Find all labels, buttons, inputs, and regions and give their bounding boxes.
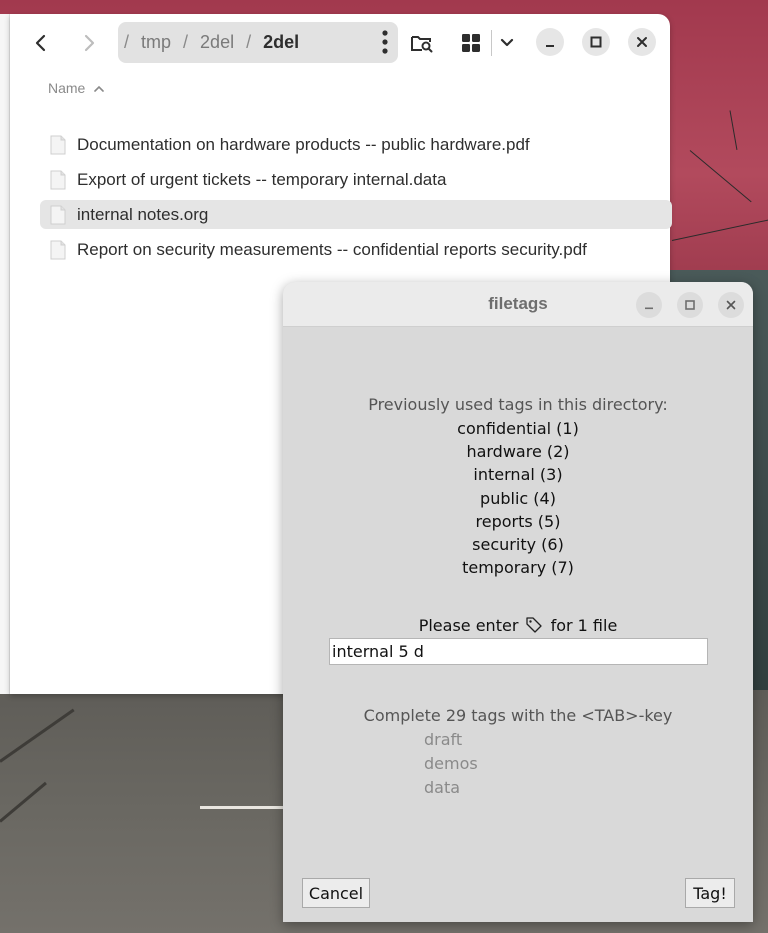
document-icon: [50, 240, 66, 259]
more-options-button[interactable]: [382, 30, 388, 59]
tag-prompt-before: Please enter: [418, 616, 519, 635]
tag-icon: [526, 617, 543, 633]
column-header-label: Name: [48, 80, 86, 96]
tag-item: public (4): [480, 488, 556, 508]
suggestion-item: data: [424, 778, 461, 797]
tag-item: reports (5): [475, 511, 561, 531]
breadcrumb-separator: /: [124, 32, 130, 52]
file-name: internal notes.org: [77, 204, 209, 224]
tag-prompt-after: for 1 file: [550, 616, 618, 635]
vertical-dots-icon: [382, 30, 388, 54]
breadcrumb-separator: /: [183, 32, 189, 52]
tag-item: internal (3): [473, 465, 563, 485]
filetags-dialog: filetags Previously used tags in this di…: [283, 282, 753, 922]
tag-prompt: Please enter for 1 file: [283, 616, 753, 635]
view-grid-button[interactable]: [456, 30, 486, 56]
tag-button[interactable]: Tag!: [685, 878, 735, 908]
close-icon: [637, 37, 647, 47]
breadcrumb-segment-current[interactable]: 2del: [263, 32, 299, 53]
file-row-selected[interactable]: internal notes.org: [40, 200, 672, 229]
tag-item: temporary (7): [462, 558, 574, 578]
document-icon: [50, 205, 66, 224]
view-options-dropdown[interactable]: [494, 30, 520, 56]
breadcrumb-separator: /: [246, 32, 252, 52]
grid-view-icon: [462, 34, 480, 52]
tag-item: security (6): [472, 534, 564, 554]
breadcrumb: / tmp / 2del / 2del: [118, 22, 398, 63]
tag-item: confidential (1): [457, 419, 579, 438]
document-icon: [50, 170, 66, 189]
sort-ascending-icon: [94, 85, 105, 92]
minimize-button[interactable]: [536, 28, 564, 56]
dialog-titlebar[interactable]: filetags: [283, 282, 753, 327]
suggestion-item: demos: [424, 754, 478, 773]
file-row[interactable]: Report on security measurements -- confi…: [40, 235, 672, 264]
cancel-button[interactable]: Cancel: [302, 878, 370, 908]
folder-search-icon: [411, 36, 433, 53]
dialog-maximize-button[interactable]: [677, 292, 703, 318]
sidebar-edge: [0, 14, 10, 694]
previous-tags-list: confidential (1) hardware (2) internal (…: [283, 419, 753, 581]
complete-hint: Complete 29 tags with the <TAB>-key: [363, 706, 673, 725]
background-marking: [200, 806, 290, 809]
tag-item: hardware (2): [466, 442, 570, 462]
search-folder-button[interactable]: [408, 30, 436, 56]
forward-button[interactable]: [74, 28, 104, 58]
close-button[interactable]: [628, 28, 656, 56]
dialog-close-button[interactable]: [718, 292, 744, 318]
chevron-right-icon: [84, 34, 95, 52]
minimize-icon: [645, 307, 653, 310]
column-header-name[interactable]: Name: [48, 80, 105, 96]
file-name: Documentation on hardware products -- pu…: [77, 134, 530, 154]
file-name: Report on security measurements -- confi…: [77, 239, 587, 259]
maximize-icon: [685, 300, 695, 310]
file-name: Export of urgent tickets -- temporary in…: [77, 169, 447, 189]
dialog-minimize-button[interactable]: [636, 292, 662, 318]
previous-tags-label: Previously used tags in this directory:: [368, 395, 668, 414]
tag-input[interactable]: internal 5 d: [329, 638, 708, 665]
breadcrumb-segment-tmp[interactable]: tmp: [141, 32, 171, 53]
breadcrumb-segment-2del[interactable]: 2del: [200, 32, 234, 53]
close-icon: [726, 300, 736, 310]
maximize-icon: [590, 36, 602, 48]
maximize-button[interactable]: [582, 28, 610, 56]
file-row[interactable]: Documentation on hardware products -- pu…: [40, 130, 672, 159]
minimize-icon: [546, 45, 554, 47]
chevron-left-icon: [35, 34, 46, 52]
chevron-down-icon: [500, 38, 514, 47]
suggestion-item: draft: [424, 730, 463, 749]
back-button[interactable]: [26, 28, 56, 58]
toolbar-divider: [491, 30, 492, 56]
file-row[interactable]: Export of urgent tickets -- temporary in…: [40, 165, 672, 194]
document-icon: [50, 135, 66, 154]
